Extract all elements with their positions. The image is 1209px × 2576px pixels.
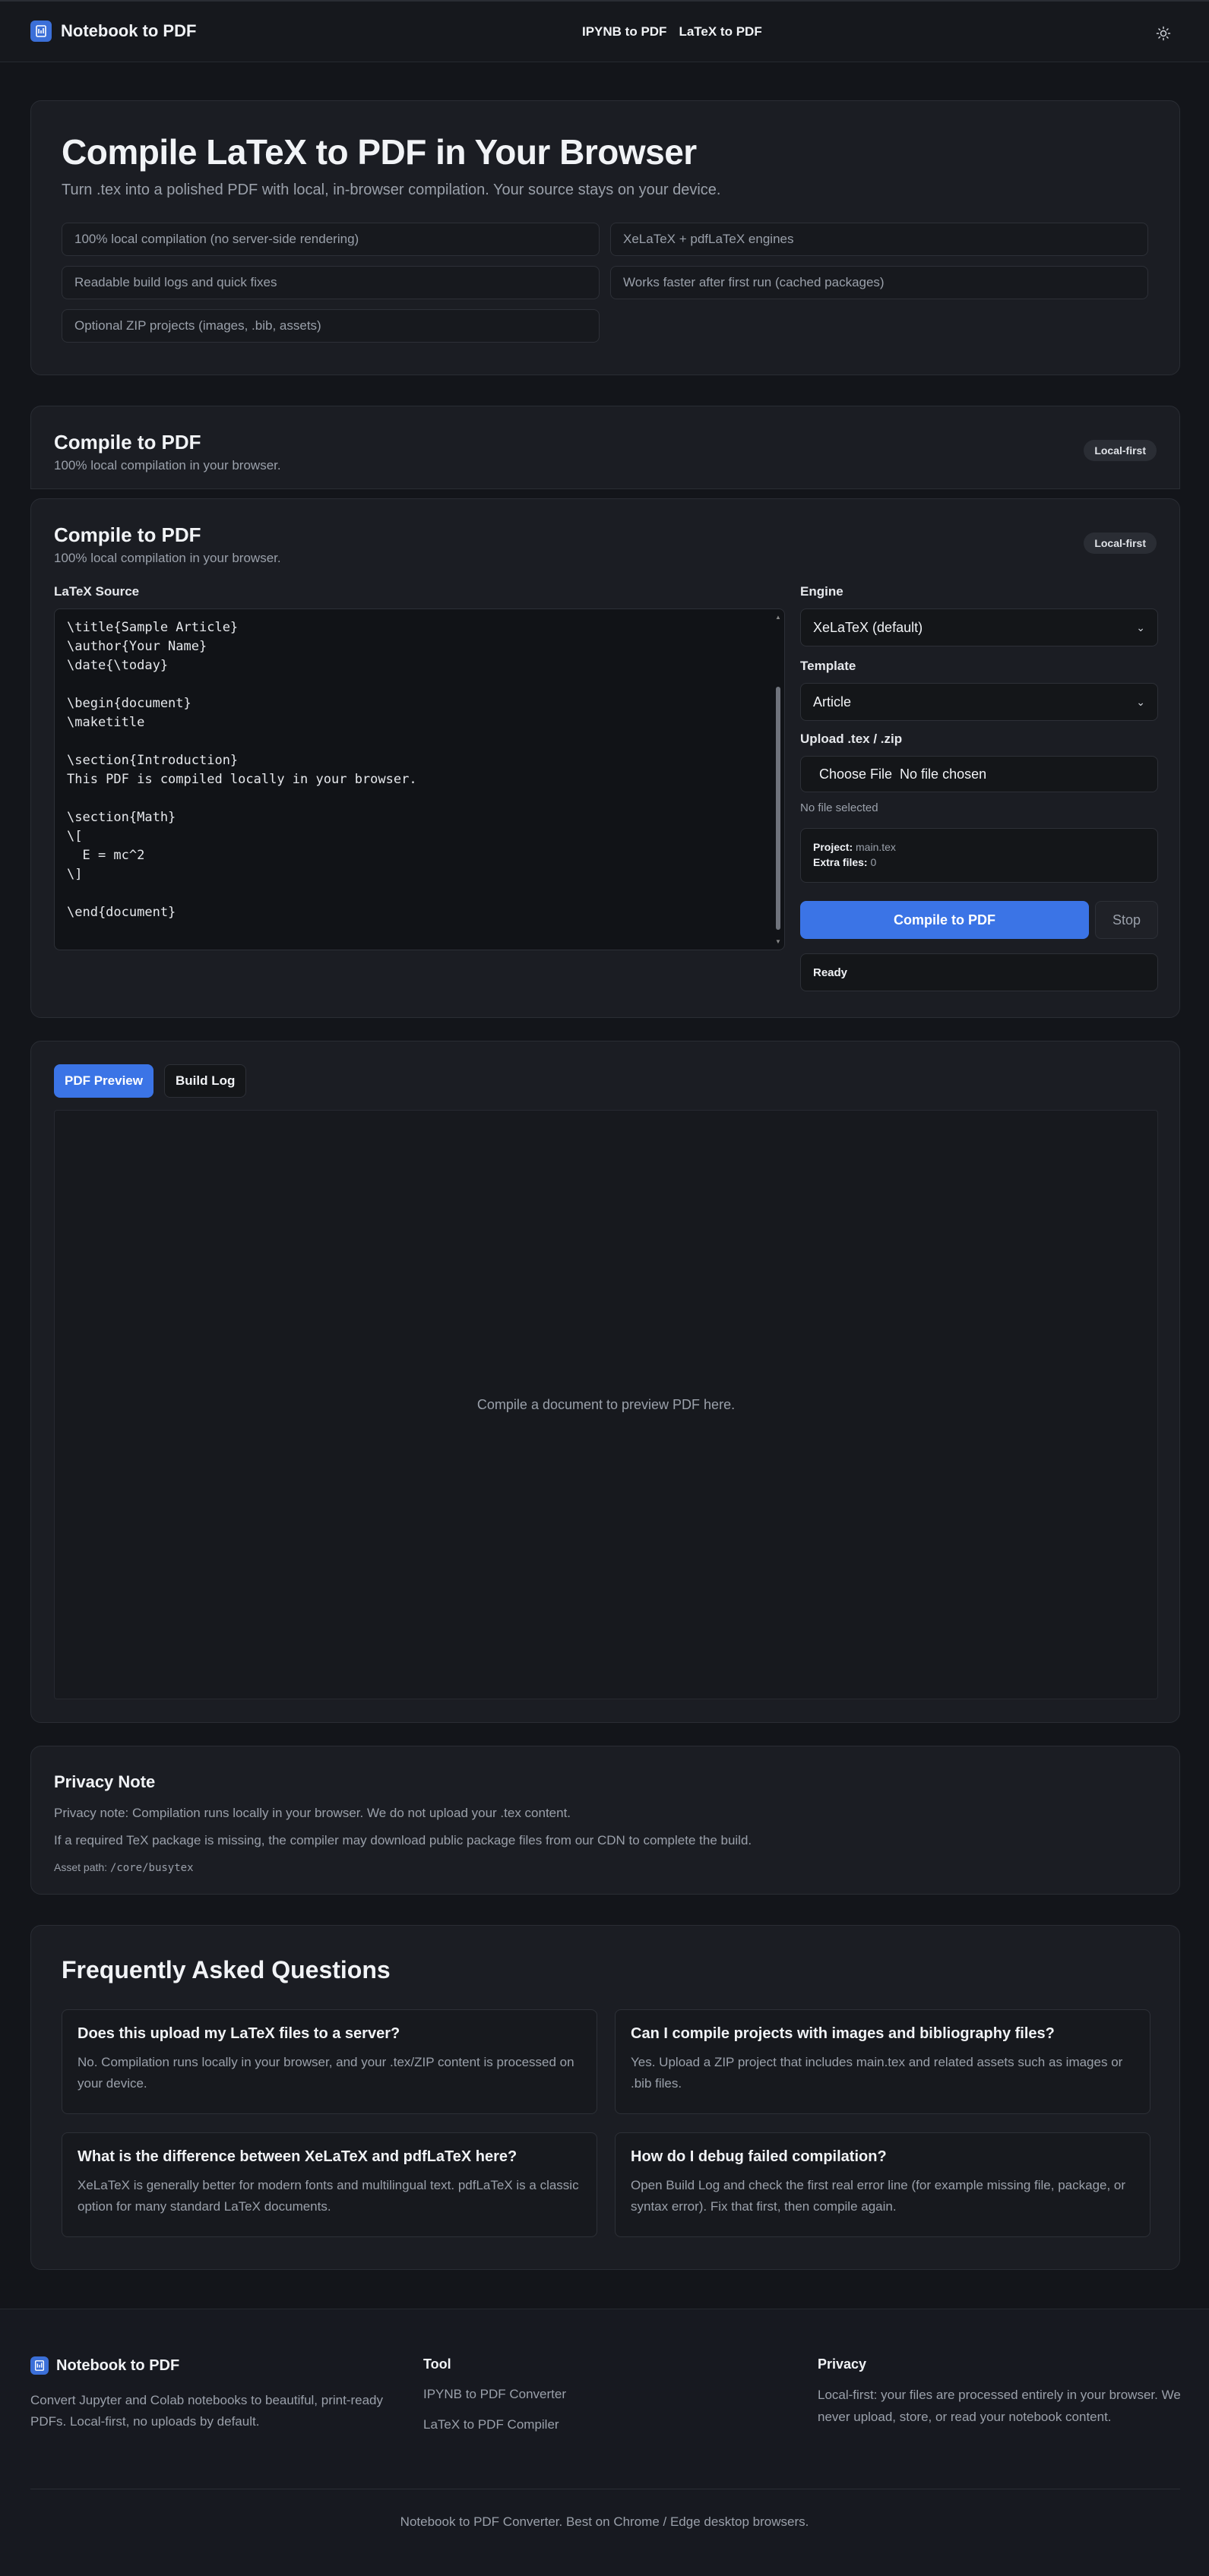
privacy-line-1: Privacy note: Compilation runs locally i… xyxy=(54,1806,571,1820)
latex-source-label: LaTeX Source xyxy=(54,584,140,599)
faq-answer: Open Build Log and check the first real … xyxy=(631,2178,1126,2214)
status-text: Ready xyxy=(813,966,848,979)
pdf-preview-area: Compile a document to preview PDF here. xyxy=(54,1110,1158,1699)
theme-toggle-button[interactable] xyxy=(1151,21,1176,46)
faq-item: How do I debug failed compilation? Open … xyxy=(615,2132,1150,2237)
faq-answer: XeLaTeX is generally better for modern f… xyxy=(78,2178,579,2214)
engine-value: XeLaTeX (default) xyxy=(813,619,923,635)
extra-files-value: 0 xyxy=(870,856,877,868)
local-first-badge: Local-first xyxy=(1084,440,1157,461)
no-file-selected-text: No file selected xyxy=(800,801,878,814)
brand-name: Notebook to PDF xyxy=(61,21,197,40)
privacy-title: Privacy Note xyxy=(54,1772,156,1791)
stop-button[interactable]: Stop xyxy=(1095,901,1158,939)
faq-title: Frequently Asked Questions xyxy=(62,1956,391,1983)
scroll-down-icon[interactable]: ▼ xyxy=(775,938,781,945)
asset-path-label: Asset path: xyxy=(54,1861,108,1873)
footer-link-ipynb[interactable]: IPYNB to PDF Converter xyxy=(423,2387,566,2402)
footer-link-latex[interactable]: LaTeX to PDF Compiler xyxy=(423,2417,559,2432)
notebook-logo-icon xyxy=(30,2356,49,2375)
footer-description: Convert Jupyter and Colab notebooks to b… xyxy=(30,2393,383,2429)
footer-privacy-text: Local-first: your files are processed en… xyxy=(818,2388,1181,2424)
brand-link[interactable]: Notebook to PDF xyxy=(30,21,196,42)
privacy-line-2: If a required TeX package is missing, th… xyxy=(54,1833,752,1847)
footer-brand[interactable]: Notebook to PDF xyxy=(30,2356,179,2375)
site-header: Notebook to PDF IPYNB to PDF LaTeX to PD… xyxy=(0,0,1209,62)
feature-item: Optional ZIP projects (images, .bib, ass… xyxy=(62,309,600,343)
faq-answer: Yes. Upload a ZIP project that includes … xyxy=(631,2055,1123,2091)
nav-latex-to-pdf[interactable]: LaTeX to PDF xyxy=(679,24,761,40)
hero-section: Compile LaTeX to PDF in Your Browser Tur… xyxy=(30,100,1180,375)
preview-card: PDF Preview Build Log Compile a document… xyxy=(30,1041,1180,1723)
notebook-logo-icon xyxy=(30,21,52,42)
faq-answer: No. Compilation runs locally in your bro… xyxy=(78,2055,574,2091)
feature-item: XeLaTeX + pdfLaTeX engines xyxy=(610,223,1148,256)
project-value: main.tex xyxy=(856,841,896,853)
scroll-up-icon[interactable]: ▲ xyxy=(775,614,781,621)
footer-tool-heading: Tool xyxy=(423,2356,451,2372)
project-label: Project: xyxy=(813,841,853,853)
site-footer: Notebook to PDF Convert Jupyter and Cola… xyxy=(0,2309,1209,2576)
faq-item: Can I compile projects with images and b… xyxy=(615,2009,1150,2114)
faq-question: Can I compile projects with images and b… xyxy=(631,2025,1055,2042)
faq-question: What is the difference between XeLaTeX a… xyxy=(78,2148,517,2165)
compile-collapsed-subtitle: 100% local compilation in your browser. xyxy=(54,458,281,473)
feature-item: Readable build logs and quick fixes xyxy=(62,266,600,299)
top-nav: IPYNB to PDF LaTeX to PDF xyxy=(582,24,762,40)
template-value: Article xyxy=(813,694,852,710)
upload-label: Upload .tex / .zip xyxy=(800,732,903,746)
feature-item: Works faster after first run (cached pac… xyxy=(610,266,1148,299)
hero-subtitle: Turn .tex into a polished PDF with local… xyxy=(62,182,721,198)
editor-scrollbar[interactable]: ▲ ▼ xyxy=(775,614,781,945)
no-file-chosen-text: No file chosen xyxy=(900,766,987,782)
local-first-badge: Local-first xyxy=(1084,533,1157,554)
nav-ipynb-to-pdf[interactable]: IPYNB to PDF xyxy=(582,24,666,40)
compile-button[interactable]: Compile to PDF xyxy=(800,901,1089,939)
footer-bottom-text: Notebook to PDF Converter. Best on Chrom… xyxy=(400,2514,809,2529)
compile-collapsed-title: Compile to PDF xyxy=(54,431,201,454)
asset-path-value: /core/busytex xyxy=(109,1862,194,1874)
compile-subtitle: 100% local compilation in your browser. xyxy=(54,551,281,565)
asset-path: Asset path: /core/busytex xyxy=(54,1861,194,1874)
scrollbar-thumb[interactable] xyxy=(776,687,780,930)
feature-item: 100% local compilation (no server-side r… xyxy=(62,223,600,256)
choose-file-button[interactable]: Choose File xyxy=(819,766,892,782)
file-upload-input[interactable]: Choose File No file chosen xyxy=(800,756,1158,792)
faq-section: Frequently Asked Questions Does this upl… xyxy=(30,1925,1180,2270)
faq-item: What is the difference between XeLaTeX a… xyxy=(62,2132,597,2237)
engine-select[interactable]: XeLaTeX (default) ⌄ xyxy=(800,608,1158,646)
faq-question: Does this upload my LaTeX files to a ser… xyxy=(78,2025,400,2042)
tab-pdf-preview[interactable]: PDF Preview xyxy=(54,1064,153,1098)
engine-label: Engine xyxy=(800,584,843,599)
sun-icon xyxy=(1156,26,1171,41)
tab-build-log[interactable]: Build Log xyxy=(164,1064,247,1098)
compile-card-collapsed: Compile to PDF 100% local compilation in… xyxy=(30,406,1180,489)
template-select[interactable]: Article ⌄ xyxy=(800,683,1158,721)
latex-source-editor[interactable]: \title{Sample Article} \author{Your Name… xyxy=(54,608,785,950)
template-label: Template xyxy=(800,659,856,673)
extra-files-label: Extra files: xyxy=(813,856,868,868)
status-box: Ready xyxy=(800,953,1158,991)
chevron-down-icon: ⌄ xyxy=(1136,695,1145,708)
preview-placeholder: Compile a document to preview PDF here. xyxy=(476,1396,736,1412)
footer-brand-name: Notebook to PDF xyxy=(56,2356,180,2374)
hero-title: Compile LaTeX to PDF in Your Browser xyxy=(62,132,697,172)
footer-privacy-heading: Privacy xyxy=(818,2356,867,2372)
privacy-card: Privacy Note Privacy note: Compilation r… xyxy=(30,1746,1180,1895)
faq-question: How do I debug failed compilation? xyxy=(631,2148,887,2165)
compile-title: Compile to PDF xyxy=(54,523,201,546)
faq-item: Does this upload my LaTeX files to a ser… xyxy=(62,2009,597,2114)
chevron-down-icon: ⌄ xyxy=(1136,621,1145,634)
project-info-box: Project: main.tex Extra files: 0 xyxy=(800,828,1158,883)
compile-card: Compile to PDF 100% local compilation in… xyxy=(30,498,1180,1018)
latex-source-text[interactable]: \title{Sample Article} \author{Your Name… xyxy=(67,618,417,922)
